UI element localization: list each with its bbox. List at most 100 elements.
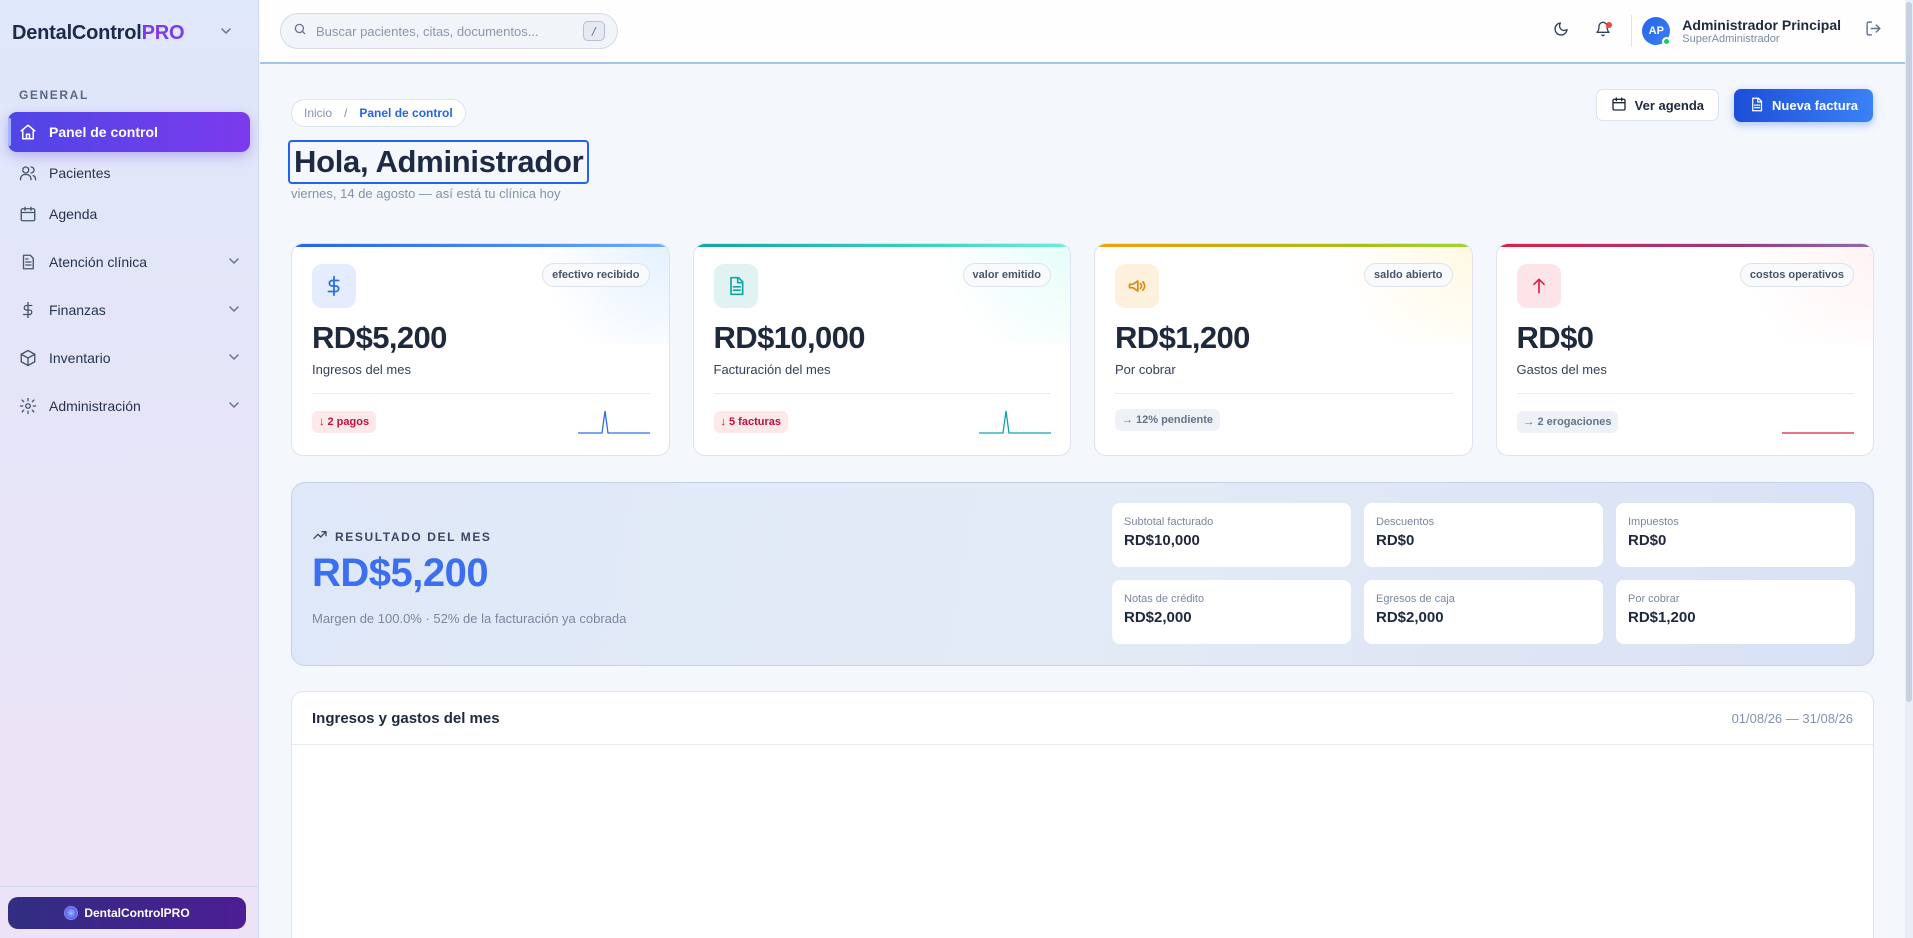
brand-row: DentalControlPRO (0, 0, 258, 66)
view-agenda-button[interactable]: Ver agenda (1595, 89, 1720, 121)
sidebar-item-label: Panel de control (49, 124, 158, 140)
monthly-result-panel: RESULTADO DEL MES RD$5,200 Margen de 100… (291, 482, 1874, 666)
arrow-down-icon: ↓ (720, 416, 727, 428)
kpi-card-gastos[interactable]: costos operativos RD$0 Gastos del mes → … (1495, 243, 1874, 456)
user-avatar[interactable]: AP (1642, 17, 1672, 46)
topbar-divider (1631, 15, 1633, 47)
result-label: RESULTADO DEL MES (335, 529, 492, 544)
kpi-value: RD$1,200 (1115, 320, 1250, 355)
sidebar-item-label: Inventario (49, 350, 111, 366)
result-description: Margen de 100.0% · 52% de la facturación… (312, 611, 627, 626)
kpi-trend-badge: → 2 erogaciones (1516, 411, 1619, 433)
clipboard-icon (19, 253, 37, 271)
breadcrumb-current: Panel de control (359, 106, 453, 120)
result-stats: Subtotal facturado RD$10,000 Descuentos RD… (1112, 503, 1855, 644)
stat-label: Descuentos (1376, 516, 1435, 528)
arrow-right-icon: → (1122, 414, 1133, 426)
kpi-value: RD$5,200 (312, 320, 447, 355)
chevron-down-icon (228, 254, 240, 270)
new-invoice-button[interactable]: Nueva factura (1734, 89, 1873, 122)
kpi-cards: efectivo recibido RD$5,200 Ingresos del … (291, 243, 1874, 456)
kpi-tag: valor emitido (962, 263, 1051, 287)
divider (312, 393, 650, 394)
logout-button[interactable] (1857, 15, 1889, 47)
document-icon (713, 264, 758, 308)
search-shortcut-badge: / (583, 21, 605, 41)
kpi-card-por-cobrar[interactable]: saldo abierto RD$1,200 Por cobrar → 12% … (1094, 243, 1473, 456)
sidebar-item-inventario[interactable]: Inventario (8, 338, 250, 378)
chart-title: Ingresos y gastos del mes (312, 709, 500, 727)
stat-card: Egresos de caja RD$2,000 (1364, 580, 1603, 644)
page-scrollbar[interactable] (1905, 0, 1913, 938)
kpi-trend-label: 5 facturas (729, 416, 781, 428)
kpi-glow (1713, 244, 1873, 344)
globe-icon (64, 905, 79, 920)
chevron-down-icon[interactable] (220, 24, 232, 42)
sidebar-item-label: Administración (49, 398, 141, 414)
topbar: / AP Administrador Principal SuperAdmini… (260, 0, 1913, 64)
search-input[interactable] (316, 23, 583, 39)
stat-label: Subtotal facturado (1124, 516, 1214, 528)
stat-value: RD$2,000 (1124, 609, 1192, 626)
main-content: Inicio / Panel de control Hola, Administ… (260, 66, 1905, 938)
stat-label: Notas de crédito (1124, 593, 1205, 605)
brand-logo[interactable]: DentalControlPRO (12, 21, 185, 45)
kpi-glow (1311, 244, 1472, 344)
sidebar-item-label: Agenda (49, 206, 98, 222)
sidebar-item-label: Pacientes (49, 165, 111, 181)
calendar-icon (19, 205, 37, 223)
sidebar-item-pacientes[interactable]: Pacientes (8, 153, 250, 193)
sidebar-item-atencion-clinica[interactable]: Atención clínica (8, 242, 250, 282)
sidebar-item-administracion[interactable]: Administración (8, 386, 250, 426)
calendar-icon (1611, 96, 1627, 115)
stat-label: Por cobrar (1628, 593, 1680, 605)
gear-icon (19, 397, 37, 415)
kpi-card-facturacion[interactable]: valor emitido RD$10,000 Facturación del … (692, 243, 1071, 456)
result-value: RD$5,200 (312, 551, 489, 595)
chevron-down-icon (228, 398, 240, 414)
search-box[interactable]: / (280, 13, 618, 49)
search-icon (293, 22, 307, 41)
kpi-tag: efectivo recibido (542, 263, 650, 287)
arrow-up-icon (1516, 264, 1561, 308)
kpi-label: Por cobrar (1115, 362, 1176, 377)
notifications-button[interactable] (1587, 15, 1619, 47)
divider (713, 393, 1051, 394)
brand-main: DentalControl (12, 21, 142, 44)
kpi-glow (910, 244, 1070, 344)
sidebar-item-agenda[interactable]: Agenda (8, 194, 250, 234)
trending-up-icon (312, 527, 328, 546)
users-icon (19, 164, 37, 182)
kpi-card-ingresos[interactable]: efectivo recibido RD$5,200 Ingresos del … (291, 243, 670, 456)
kpi-trend-label: 12% pendiente (1136, 414, 1214, 426)
stat-label: Egresos de caja (1376, 593, 1455, 605)
document-icon (1749, 97, 1764, 115)
breadcrumb-home[interactable]: Inicio (304, 106, 332, 120)
scrollbar-thumb[interactable] (1906, 2, 1912, 702)
user-info[interactable]: Administrador Principal SuperAdministrad… (1682, 17, 1841, 46)
sidebar-item-label: Finanzas (49, 302, 106, 318)
arrow-right-icon: → (1523, 416, 1535, 428)
dollar-icon (19, 301, 37, 319)
box-icon (19, 349, 37, 367)
kpi-trend-badge: → 12% pendiente (1115, 409, 1221, 431)
chart-date-range: 01/08/26 — 31/08/26 (1731, 710, 1853, 726)
sidebar-item-panel[interactable]: Panel de control (8, 112, 250, 152)
theme-toggle-button[interactable] (1545, 15, 1577, 47)
kpi-label: Gastos del mes (1516, 362, 1607, 377)
kpi-value: RD$10,000 (713, 320, 866, 355)
kpi-sparkline (979, 410, 1051, 434)
stat-value: RD$2,000 (1376, 609, 1444, 626)
result-label-row: RESULTADO DEL MES (312, 527, 492, 546)
stat-card: Por cobrar RD$1,200 (1616, 580, 1855, 644)
sidebar-item-finanzas[interactable]: Finanzas (8, 290, 250, 330)
new-invoice-label: Nueva factura (1772, 98, 1858, 113)
megaphone-icon (1115, 264, 1159, 308)
stat-card: Subtotal facturado RD$10,000 (1112, 503, 1351, 567)
sidebar: DentalControlPRO GENERAL Panel de contro… (0, 0, 259, 938)
chart-header: Ingresos y gastos del mes 01/08/26 — 31/… (292, 692, 1873, 745)
page-title: Hola, Administrador (288, 140, 590, 184)
kpi-trend-badge: ↓ 2 pagos (312, 411, 377, 433)
footer-brand-button[interactable]: DentalControlPRO (8, 896, 246, 929)
topbar-actions: AP Administrador Principal SuperAdminist… (1545, 0, 1913, 62)
